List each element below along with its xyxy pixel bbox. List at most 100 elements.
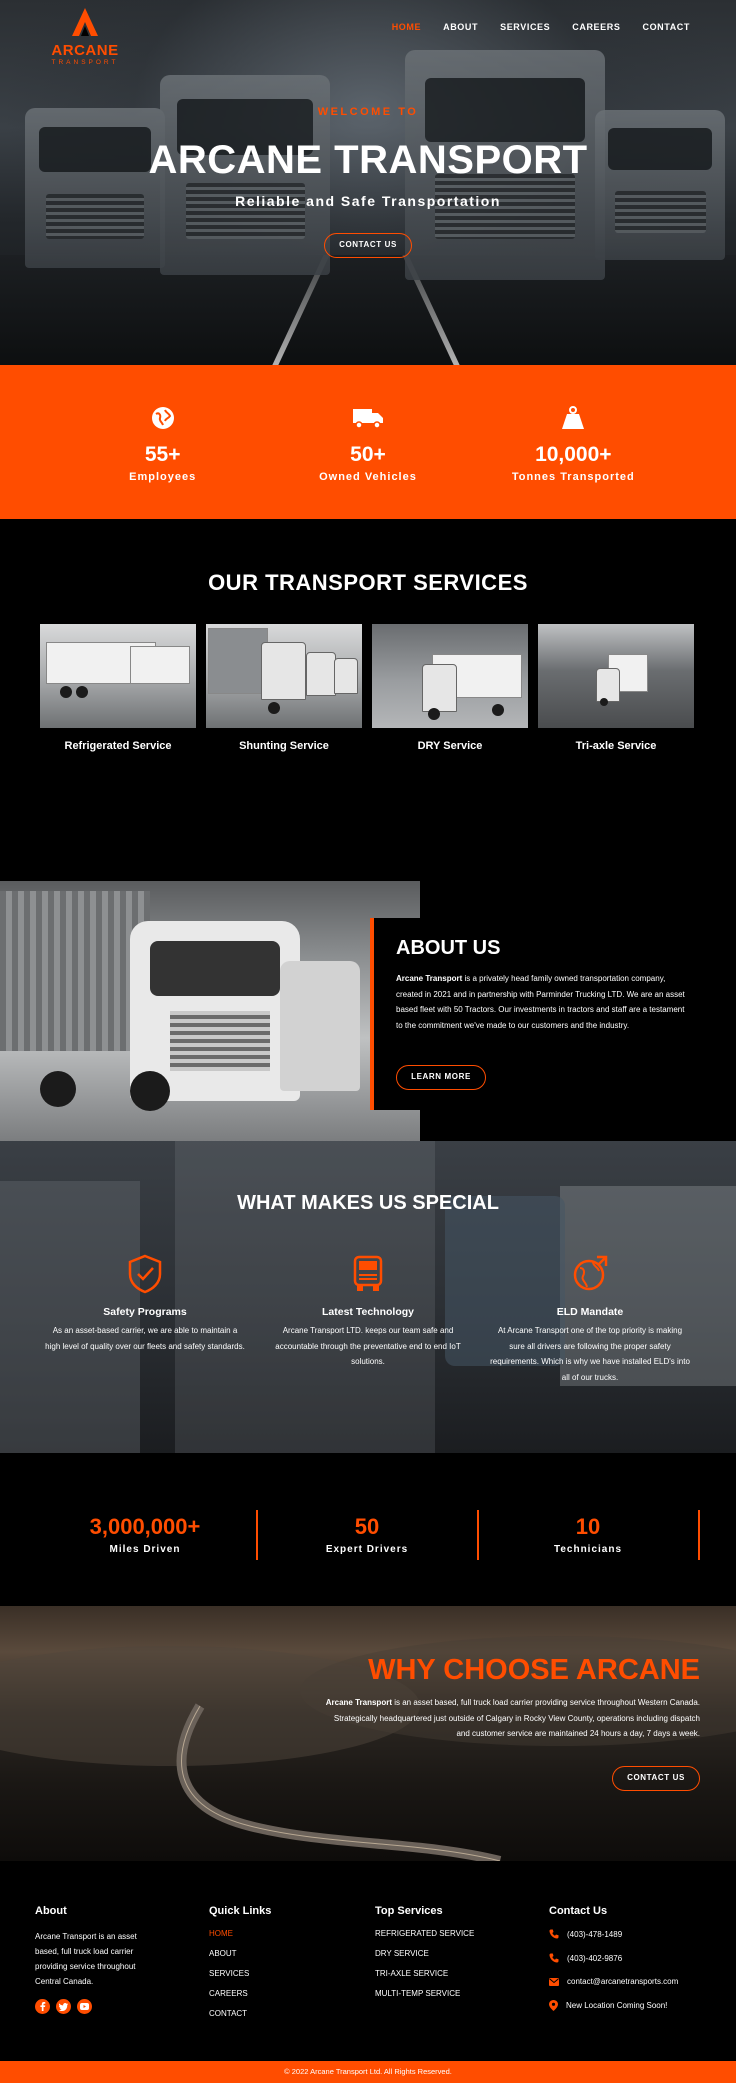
counter-value: 10 bbox=[575, 1514, 601, 1539]
hero-contact-button[interactable]: CONTACT US bbox=[324, 233, 412, 258]
why-title: WHY CHOOSE ARCANE bbox=[368, 1654, 700, 1686]
footer-about-text: Arcane Transport is an asset based, full… bbox=[35, 1932, 137, 1986]
counter-technicians: 10 Technicians bbox=[488, 1514, 688, 1555]
hero-tagline: Reliable and Safe Transportation bbox=[235, 193, 501, 209]
feature-technology: Latest Technology Arcane Transport LTD. … bbox=[268, 1254, 468, 1370]
special-section: WHAT MAKES US SPECIAL Safety Programs As… bbox=[0, 1141, 736, 1453]
footer-link-home[interactable]: HOME bbox=[209, 1929, 271, 1938]
footer-service-multitemp[interactable]: MULTI-TEMP SERVICE bbox=[375, 1989, 474, 1998]
services-title: OUR TRANSPORT SERVICES bbox=[208, 570, 528, 595]
about-section: ABOUT US Arcane Transport is a privately… bbox=[0, 799, 736, 1143]
nav-services[interactable]: SERVICES bbox=[500, 22, 550, 32]
footer-contact-title: Contact Us bbox=[549, 1905, 608, 1917]
service-card-dry[interactable]: DRY Service bbox=[372, 624, 528, 752]
service-card-triaxle[interactable]: Tri-axle Service bbox=[538, 624, 694, 752]
footer-service-triaxle[interactable]: TRI-AXLE SERVICE bbox=[375, 1969, 474, 1978]
youtube-icon[interactable] bbox=[77, 1999, 92, 2014]
twitter-icon[interactable] bbox=[56, 1999, 71, 2014]
copyright-bar: © 2022 Arcane Transport Ltd. All Rights … bbox=[0, 2061, 736, 2083]
why-lead: Arcane Transport bbox=[325, 1698, 392, 1707]
phone-icon bbox=[549, 1929, 559, 1939]
shield-check-icon bbox=[128, 1254, 162, 1294]
contact-text: (403)-402-9876 bbox=[567, 1953, 623, 1963]
why-contact-button[interactable]: CONTACT US bbox=[612, 1766, 700, 1791]
contact-text: contact@arcanetransports.com bbox=[567, 1977, 679, 1986]
main-nav: HOME ABOUT SERVICES CAREERS CONTACT bbox=[392, 22, 690, 32]
footer-link-contact[interactable]: CONTACT bbox=[209, 2009, 271, 2018]
globe-icon bbox=[151, 407, 174, 429]
contact-phone-1[interactable]: (403)-478-1489 bbox=[549, 1929, 678, 1939]
stat-value: 50+ bbox=[350, 443, 386, 466]
why-section: WHY CHOOSE ARCANE Arcane Transport is an… bbox=[0, 1606, 736, 1861]
counter-drivers: 50 Expert Drivers bbox=[267, 1514, 467, 1555]
contact-phone-2[interactable]: (403)-402-9876 bbox=[549, 1953, 678, 1963]
stat-vehicles: 50+ Owned Vehicles bbox=[288, 403, 448, 483]
special-title: WHAT MAKES US SPECIAL bbox=[237, 1192, 499, 1214]
feature-eld: ELD Mandate At Arcane Transport one of t… bbox=[490, 1254, 690, 1385]
footer-link-about[interactable]: ABOUT bbox=[209, 1949, 271, 1958]
hero-truck-image bbox=[25, 108, 165, 268]
feature-title: ELD Mandate bbox=[556, 1306, 624, 1318]
stat-tonnes: 10,000+ Tonnes Transported bbox=[493, 403, 653, 483]
stat-value: 10,000+ bbox=[535, 443, 612, 466]
footer: About Arcane Transport is an asset based… bbox=[0, 1861, 736, 2061]
mail-icon bbox=[549, 1977, 559, 1986]
hero-road-image bbox=[0, 255, 736, 365]
feature-title: Safety Programs bbox=[103, 1306, 187, 1318]
truck-front-icon bbox=[353, 1255, 383, 1291]
about-truck-image bbox=[0, 881, 420, 1143]
footer-contact: Contact Us (403)-478-1489 (403)-402-9876… bbox=[549, 1905, 678, 2025]
counter-label: Expert Drivers bbox=[325, 1544, 409, 1555]
feature-title: Latest Technology bbox=[322, 1306, 414, 1318]
learn-more-button[interactable]: LEARN MORE bbox=[396, 1065, 486, 1090]
social-links bbox=[35, 1999, 160, 2014]
counter-divider bbox=[256, 1510, 258, 1560]
brand-logo[interactable]: ARCANE TRANSPORT bbox=[40, 6, 130, 66]
stats-bar: 55+ Employees 50+ Owned Vehicles 10,000+… bbox=[0, 365, 736, 519]
about-title: ABOUT US bbox=[396, 937, 501, 959]
footer-top-services: Top Services REFRIGERATED SERVICE DRY SE… bbox=[375, 1905, 474, 2009]
counter-miles: 3,000,000+ Miles Driven bbox=[45, 1514, 245, 1555]
contact-email[interactable]: contact@arcanetransports.com bbox=[549, 1977, 678, 1986]
why-text: Arcane Transport is an asset based, full… bbox=[320, 1695, 700, 1742]
phone-icon bbox=[549, 1953, 559, 1963]
feature-text: As an asset-based carrier, we are able t… bbox=[45, 1326, 245, 1351]
service-label: Shunting Service bbox=[239, 740, 329, 752]
service-card-refrigerated[interactable]: Refrigerated Service bbox=[40, 624, 196, 752]
stat-label: Employees bbox=[129, 471, 197, 483]
service-image bbox=[372, 624, 528, 728]
hero-section: ARCANE TRANSPORT HOME ABOUT SERVICES CAR… bbox=[0, 0, 736, 365]
footer-service-dry[interactable]: DRY SERVICE bbox=[375, 1949, 474, 1958]
service-label: Tri-axle Service bbox=[575, 740, 657, 752]
about-text: Arcane Transport is a privately head fam… bbox=[396, 971, 686, 1033]
logo-mark-icon bbox=[72, 8, 98, 36]
page: ARCANE TRANSPORT HOME ABOUT SERVICES CAR… bbox=[0, 0, 736, 2083]
contact-location[interactable]: New Location Coming Soon! bbox=[549, 2000, 678, 2011]
footer-link-careers[interactable]: CAREERS bbox=[209, 1989, 271, 1998]
about-lead: Arcane Transport bbox=[396, 974, 463, 983]
stat-employees: 55+ Employees bbox=[83, 403, 243, 483]
brand-subname: TRANSPORT bbox=[51, 59, 119, 66]
counters-section: 3,000,000+ Miles Driven 50 Expert Driver… bbox=[0, 1453, 736, 1606]
truck-icon bbox=[352, 409, 383, 429]
footer-link-services[interactable]: SERVICES bbox=[209, 1969, 271, 1978]
service-card-shunting[interactable]: Shunting Service bbox=[206, 624, 362, 752]
facebook-icon[interactable] bbox=[35, 1999, 50, 2014]
weight-icon bbox=[562, 406, 585, 429]
nav-home[interactable]: HOME bbox=[392, 22, 421, 32]
stat-value: 55+ bbox=[144, 443, 181, 466]
counter-label: Technicians bbox=[553, 1544, 623, 1555]
service-label: Refrigerated Service bbox=[64, 740, 172, 752]
nav-contact[interactable]: CONTACT bbox=[642, 22, 690, 32]
nav-about[interactable]: ABOUT bbox=[443, 22, 478, 32]
feature-text: At Arcane Transport one of the top prior… bbox=[490, 1326, 690, 1382]
nav-careers[interactable]: CAREERS bbox=[572, 22, 620, 32]
counter-divider bbox=[698, 1510, 700, 1560]
counter-divider bbox=[477, 1510, 479, 1560]
globe-arrow-icon bbox=[573, 1255, 608, 1291]
brand-name: ARCANE bbox=[51, 42, 119, 59]
contact-text: New Location Coming Soon! bbox=[566, 2001, 668, 2010]
footer-service-refrigerated[interactable]: REFRIGERATED SERVICE bbox=[375, 1929, 474, 1938]
counter-label: Miles Driven bbox=[109, 1544, 181, 1555]
feature-text: Arcane Transport LTD. keeps our team saf… bbox=[275, 1326, 461, 1366]
